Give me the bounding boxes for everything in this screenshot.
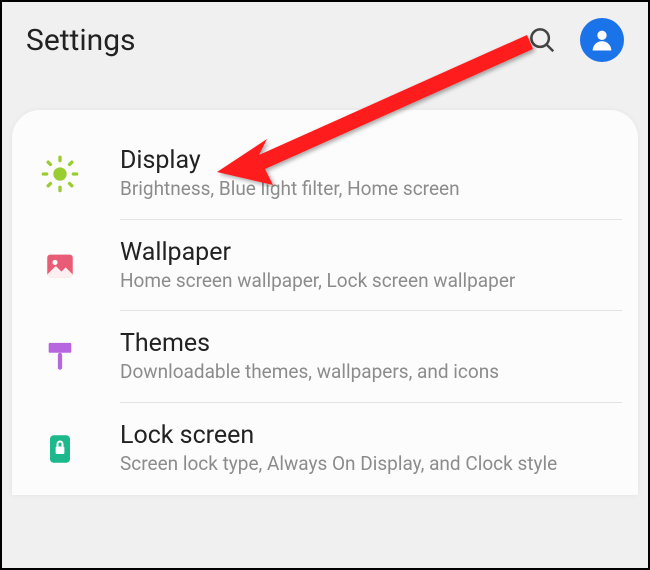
item-title: Lock screen (120, 421, 612, 450)
lock-icon (38, 427, 82, 471)
search-button[interactable] (524, 22, 560, 58)
item-subtitle: Brightness, Blue light filter, Home scre… (120, 177, 612, 202)
image-icon (38, 244, 82, 288)
settings-list: Display Brightness, Blue light filter, H… (12, 110, 638, 495)
item-text: Themes Downloadable themes, wallpapers, … (120, 329, 612, 385)
brightness-icon (38, 152, 82, 196)
paint-icon (38, 335, 82, 379)
settings-item-lockscreen[interactable]: Lock screen Screen lock type, Always On … (12, 403, 638, 495)
search-icon (527, 25, 557, 55)
person-icon (588, 26, 616, 54)
settings-item-wallpaper[interactable]: Wallpaper Home screen wallpaper, Lock sc… (12, 220, 638, 312)
settings-item-display[interactable]: Display Brightness, Blue light filter, H… (12, 128, 638, 220)
item-subtitle: Downloadable themes, wallpapers, and ico… (120, 360, 612, 385)
item-title: Themes (120, 329, 612, 358)
item-text: Wallpaper Home screen wallpaper, Lock sc… (120, 238, 612, 294)
page-title: Settings (26, 23, 524, 58)
header: Settings (2, 2, 648, 110)
item-subtitle: Home screen wallpaper, Lock screen wallp… (120, 269, 612, 294)
settings-item-themes[interactable]: Themes Downloadable themes, wallpapers, … (12, 311, 638, 403)
item-title: Display (120, 146, 612, 175)
item-title: Wallpaper (120, 238, 612, 267)
header-actions (524, 18, 624, 62)
item-text: Lock screen Screen lock type, Always On … (120, 421, 612, 477)
item-subtitle: Screen lock type, Always On Display, and… (120, 452, 612, 477)
item-text: Display Brightness, Blue light filter, H… (120, 146, 612, 202)
profile-avatar[interactable] (580, 18, 624, 62)
